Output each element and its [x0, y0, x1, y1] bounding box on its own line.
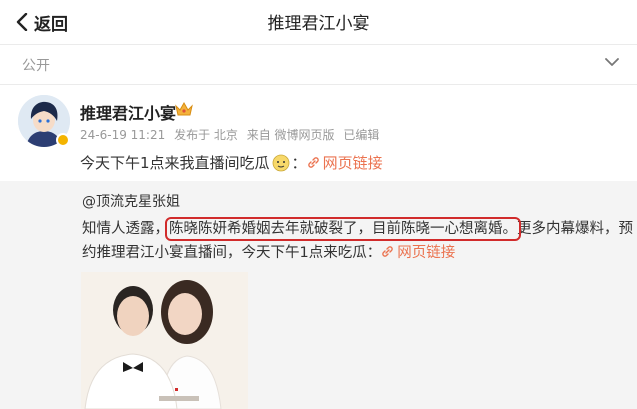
header-divider: [0, 44, 637, 45]
repost-author[interactable]: @顶流克星张姐: [82, 191, 180, 211]
repost-text-intro: 知情人透露，: [82, 221, 169, 237]
repost-text-continued: 更多内幕爆料，预: [517, 221, 633, 237]
repost-web-link[interactable]: 网页链接: [381, 241, 455, 262]
section-divider: [0, 84, 637, 85]
wedding-photo-illustration: [81, 272, 248, 409]
link-icon: [307, 157, 319, 168]
colon-text: ：: [291, 154, 307, 172]
repost-card[interactable]: @顶流克星张姐 知情人透露，陈晓陈妍希婚姻去年就破裂了，目前陈晓一心想离婚。更多…: [0, 181, 637, 409]
repost-text-tail: 约推理君江小宴直播间，今天下午1点来吃瓜：: [82, 245, 382, 261]
weibo-post-page: 返回 推理君江小宴 公开 推理君江小宴 24-6-19 11:21 发布于 北京…: [0, 0, 637, 409]
link-icon: [382, 246, 393, 257]
post-meta: 24-6-19 11:21 发布于 北京 来自 微博网页版 已编辑: [80, 126, 384, 143]
melon-emoji-icon: [272, 154, 289, 171]
highlighted-claim: 陈晓陈妍希婚姻去年就破裂了，目前陈晓一心想离婚。: [165, 217, 521, 241]
post-location: 发布于 北京: [174, 128, 238, 142]
visibility-selector[interactable]: 公开: [0, 46, 637, 82]
post-date: 24-6-19 11:21: [80, 128, 166, 142]
repost-web-link-label: 网页链接: [397, 245, 456, 261]
post-body: 今天下午1点来我直播间吃瓜 ： 网页链接: [80, 152, 383, 173]
post-author-name[interactable]: 推理君江小宴: [80, 100, 176, 124]
edited-label: 已编辑: [343, 128, 380, 142]
visibility-label: 公开: [22, 58, 50, 74]
repost-text-line-2: 约推理君江小宴直播间，今天下午1点来吃瓜： 网页链接: [82, 241, 455, 262]
chevron-down-icon: [605, 58, 619, 66]
top-nav-bar: 返回 推理君江小宴: [0, 0, 637, 44]
web-link[interactable]: 网页链接: [307, 152, 383, 173]
post-text: 今天下午1点来我直播间吃瓜: [80, 154, 270, 172]
page-title: 推理君江小宴: [267, 14, 370, 34]
verified-badge-icon: [56, 133, 70, 147]
web-link-label: 网页链接: [322, 154, 383, 172]
post-client: 来自 微博网页版: [246, 128, 335, 142]
repost-photo[interactable]: [81, 272, 248, 409]
crown-icon: [175, 101, 193, 116]
repost-text-line-1: 知情人透露，陈晓陈妍希婚姻去年就破裂了，目前陈晓一心想离婚。更多内幕爆料，预: [82, 217, 633, 241]
